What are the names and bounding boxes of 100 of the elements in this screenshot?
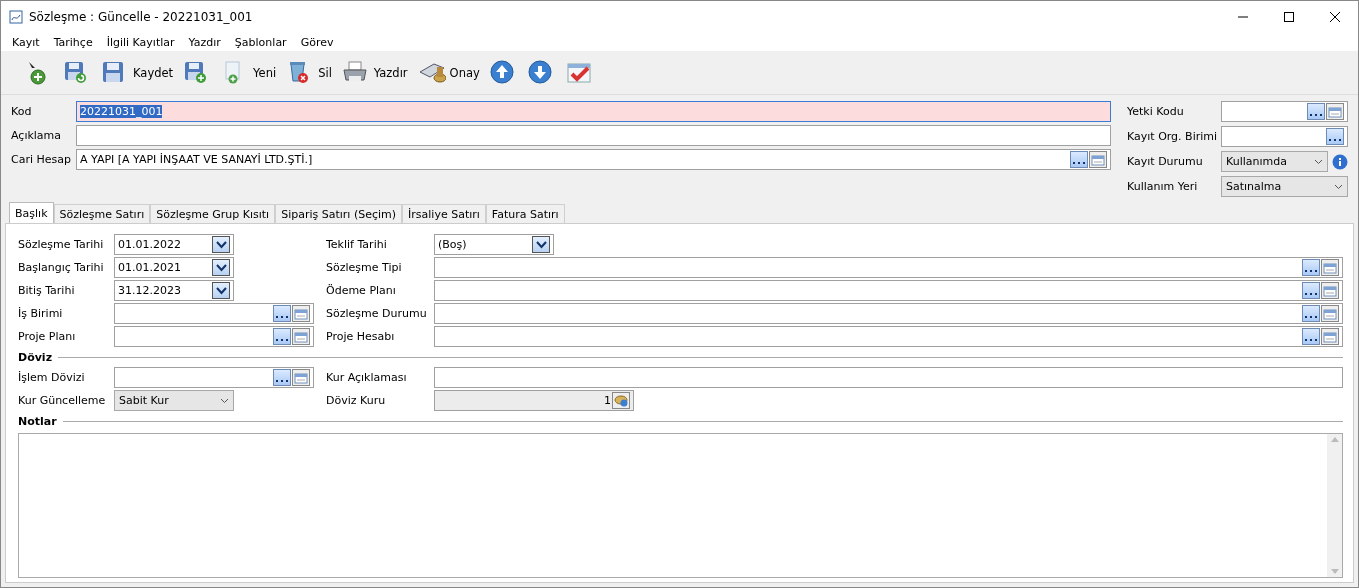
field-label: Proje Hesabı [326, 330, 396, 343]
menu-item[interactable]: Tarihçe [46, 35, 100, 49]
lookup-button[interactable] [1302, 328, 1320, 345]
window-icon [293, 370, 309, 385]
lookup-button[interactable] [1070, 151, 1088, 168]
dropdown-button[interactable] [212, 282, 230, 299]
tab[interactable]: Sözleşme Grup Kısıtı [150, 204, 276, 223]
scrollbar[interactable] [1327, 434, 1342, 577]
field-value: Satınalma [1226, 180, 1283, 193]
menu-item[interactable]: Görev [293, 35, 341, 49]
chevron-down-icon [1334, 183, 1343, 190]
lookup-field[interactable] [114, 303, 314, 324]
chevron-down-icon [1314, 158, 1323, 165]
tab[interactable]: Sözleşme Satırı [53, 204, 151, 223]
lookup-field[interactable] [1221, 126, 1348, 147]
lookup-field[interactable] [434, 326, 1343, 347]
menu-item[interactable]: Şablonlar [227, 35, 294, 49]
field-value: Kullanımda [1226, 155, 1288, 168]
window-title: Sözleşme : Güncelle - 20221031_001 [29, 10, 254, 24]
lookup-field[interactable] [114, 326, 314, 347]
text-field[interactable]: 20221031_001 [76, 101, 1111, 122]
lookup-button[interactable] [1307, 103, 1325, 120]
dropdown-button[interactable] [212, 236, 230, 253]
field-label: Proje Planı [18, 330, 77, 343]
field-label: Döviz Kuru [326, 394, 387, 407]
field-label: Kur Açıklaması [326, 371, 408, 384]
field-value: 31.12.2023 [118, 284, 182, 297]
toolbar-button[interactable]: Kaydet [99, 57, 176, 88]
calculator-button[interactable] [612, 392, 630, 409]
tab[interactable]: İrsaliye Satırı [402, 204, 486, 223]
date-field[interactable]: 01.01.2021 [114, 257, 234, 278]
field-label: Ödeme Planı [326, 284, 397, 297]
notes-field[interactable] [18, 433, 1343, 578]
section-title: Notlar [18, 415, 57, 428]
dropdown[interactable]: Kullanımda [1221, 151, 1328, 172]
tab[interactable]: Başlık [9, 202, 54, 223]
chevron-down-icon [220, 397, 229, 404]
field-value: 01.01.2022 [118, 238, 182, 251]
field-label: Cari Hesap [11, 153, 72, 166]
dropdown-button[interactable] [212, 259, 230, 276]
field-value: 20221031_001 [80, 105, 163, 118]
lookup-button[interactable] [1326, 128, 1344, 145]
chevron-down-icon [215, 240, 227, 249]
tab[interactable]: Sipariş Satırı (Seçim) [275, 204, 403, 223]
field-label: Teklif Tarihi [326, 238, 388, 251]
text-field[interactable] [434, 367, 1343, 388]
coins-icon [613, 393, 629, 408]
menu-item[interactable]: Yazdır [181, 35, 228, 49]
chevron-down-icon [215, 263, 227, 272]
info-icon[interactable] [1332, 153, 1348, 170]
dropdown[interactable]: Sabit Kur [114, 390, 234, 411]
window-icon [1327, 104, 1343, 119]
toolbar-button[interactable]: Sil [284, 57, 334, 88]
lookup-button[interactable] [273, 369, 291, 386]
field-label: İş Birimi [18, 307, 64, 320]
menu-item[interactable]: İlgili Kayıtlar [99, 35, 182, 49]
date-field[interactable]: 31.12.2023 [114, 280, 234, 301]
window-icon [1090, 152, 1106, 167]
lookup-field[interactable] [114, 367, 314, 388]
window-icon [1322, 283, 1338, 298]
lookup-field[interactable]: A YAPI [A YAPI İNŞAAT VE SANAYİ LTD.ŞTİ.] [76, 149, 1111, 170]
section-title: Döviz [18, 351, 53, 364]
number-field[interactable]: 1 [434, 390, 634, 411]
field-label: Sözleşme Durumu [326, 307, 428, 320]
lookup-button[interactable] [1302, 282, 1320, 299]
date-field[interactable]: (Boş) [434, 234, 554, 255]
document-icon [9, 10, 23, 24]
lookup-field[interactable] [434, 280, 1343, 301]
field-label: Sözleşme Tipi [326, 261, 403, 274]
lookup-button[interactable] [273, 305, 291, 322]
field-value: Sabit Kur [119, 394, 170, 407]
date-field[interactable]: 01.01.2022 [114, 234, 234, 255]
maximize-icon [1284, 12, 1294, 22]
lookup-field[interactable] [434, 303, 1343, 324]
lookup-field[interactable] [1221, 101, 1348, 122]
lookup-button[interactable] [1302, 259, 1320, 276]
lookup-button[interactable] [1302, 305, 1320, 322]
field-value: 1 [604, 394, 611, 407]
text-field[interactable] [76, 125, 1111, 146]
window-icon [293, 329, 309, 344]
tab[interactable]: Fatura Satırı [485, 204, 565, 223]
field-label: İşlem Dövizi [18, 371, 86, 384]
dropdown[interactable]: Satınalma [1221, 176, 1348, 197]
dropdown-button[interactable] [532, 236, 550, 253]
lookup-field[interactable] [434, 257, 1343, 278]
window-icon [1322, 260, 1338, 275]
toolbar-button[interactable]: Yeni [219, 57, 279, 88]
down-arrow-icon [1330, 569, 1339, 574]
close-icon [1330, 12, 1340, 22]
field-value: A YAPI [A YAPI İNŞAAT VE SANAYİ LTD.ŞTİ.] [80, 153, 313, 166]
toolbar-button[interactable]: Onay [415, 57, 482, 88]
up-arrow-icon [1330, 437, 1339, 442]
chevron-down-icon [215, 286, 227, 295]
field-label: Kod [11, 105, 33, 118]
field-label: Kullanım Yeri [1127, 180, 1199, 193]
lookup-button[interactable] [273, 328, 291, 345]
window-icon [1322, 329, 1338, 344]
chevron-down-icon [535, 240, 547, 249]
menu-item[interactable]: Kayıt [5, 35, 47, 49]
toolbar-button[interactable]: Yazdır [339, 57, 410, 88]
